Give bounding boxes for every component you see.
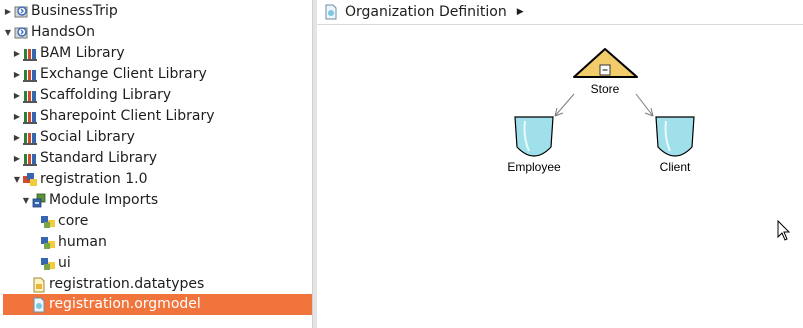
tree-item-businesstrip[interactable]: ▶ BusinessTrip — [0, 1, 312, 22]
client-label: Client — [659, 160, 691, 174]
tree-item-handson[interactable]: ▼ HandsOn — [0, 22, 312, 43]
tree-item-label: registration.datatypes — [49, 276, 205, 292]
tree-item-social-library[interactable]: ▶ Social Library — [0, 127, 312, 148]
tree-item-registration-module[interactable]: ▼ registration 1.0 — [0, 169, 312, 190]
store-to-employee-edge[interactable] — [554, 93, 575, 117]
expand-arrow-icon[interactable]: ▶ — [12, 148, 22, 169]
datatypes-file-icon — [33, 277, 45, 292]
tree-item-label: Module Imports — [49, 192, 159, 208]
employee-label: Employee — [507, 160, 561, 174]
library-icon — [23, 153, 37, 166]
tree-item-label: BAM Library — [40, 45, 125, 61]
library-icon — [23, 132, 37, 145]
library-icon — [23, 69, 37, 82]
diagram-canvas[interactable]: Store Employee Client — [317, 25, 803, 328]
store-label: Store — [590, 82, 620, 96]
tree-item-label: HandsOn — [31, 24, 96, 40]
tree-item-exchange-client-library[interactable]: ▶ Exchange Client Library — [0, 64, 312, 85]
imports-icon — [32, 193, 46, 207]
tree-item-label: registration.orgmodel — [49, 296, 201, 312]
expand-arrow-icon[interactable]: ▶ — [12, 106, 22, 127]
tree-item-human[interactable]: human — [0, 232, 312, 253]
expand-arrow-icon[interactable]: ▶ — [12, 43, 22, 64]
tree-item-label: ui — [58, 255, 71, 271]
store-node[interactable] — [573, 48, 638, 78]
tree-item-ui[interactable]: ui — [0, 253, 312, 274]
expand-arrow-icon[interactable]: ▶ — [12, 127, 22, 148]
tree-item-module-imports[interactable]: ▼ Module Imports — [0, 190, 312, 211]
tree-item-scaffolding-library[interactable]: ▶ Scaffolding Library — [0, 85, 312, 106]
tree-item-label: Social Library — [40, 129, 135, 145]
tree-item-label: core — [58, 213, 89, 229]
store-to-client-edge[interactable] — [635, 93, 654, 117]
library-icon — [23, 90, 37, 103]
project-explorer-tree: ▶ BusinessTrip ▼ HandsOn ▶ BAM Library ▶ — [0, 0, 312, 328]
library-icon — [23, 111, 37, 124]
tree-item-registration-orgmodel[interactable]: registration.orgmodel — [3, 294, 312, 315]
breadcrumb: Organization Definition ▶ — [317, 0, 803, 25]
orgmodel-file-icon — [33, 297, 45, 312]
collapse-arrow-icon[interactable]: ▼ — [12, 169, 22, 190]
tree-item-label: Sharepoint Client Library — [40, 108, 215, 124]
org-diagram — [514, 48, 791, 241]
tree-item-label: registration 1.0 — [40, 171, 148, 187]
employee-node[interactable] — [514, 116, 554, 157]
tree-item-registration-datatypes[interactable]: registration.datatypes — [0, 274, 312, 295]
tree-item-label: Exchange Client Library — [40, 66, 207, 82]
module-icon — [23, 172, 37, 186]
project-icon — [14, 5, 28, 17]
tree-item-label: Scaffolding Library — [40, 87, 172, 103]
breadcrumb-label[interactable]: Organization Definition — [345, 4, 507, 20]
tree-item-sharepoint-client-library[interactable]: ▶ Sharepoint Client Library — [0, 106, 312, 127]
orgmodel-editor: Organization Definition ▶ Store Employee… — [317, 0, 803, 328]
expand-arrow-icon[interactable]: ▶ — [12, 64, 22, 85]
imported-module-icon — [41, 236, 55, 249]
tree-item-bam-library[interactable]: ▶ BAM Library — [0, 43, 312, 64]
collapse-arrow-icon[interactable]: ▼ — [21, 190, 31, 211]
collapse-arrow-icon[interactable]: ▼ — [3, 22, 13, 43]
tree-item-label: BusinessTrip — [31, 3, 118, 19]
tree-item-standard-library[interactable]: ▶ Standard Library — [0, 148, 312, 169]
expand-arrow-icon[interactable]: ▶ — [3, 1, 13, 22]
client-node[interactable] — [655, 116, 695, 157]
breadcrumb-arrow-icon[interactable]: ▶ — [517, 7, 524, 17]
orgmodel-file-icon — [325, 4, 337, 20]
mouse-cursor-icon — [777, 219, 791, 241]
imported-module-icon — [41, 215, 55, 228]
expand-arrow-icon[interactable]: ▶ — [12, 85, 22, 106]
tree-item-label: Standard Library — [40, 150, 158, 166]
tree-item-label: human — [58, 234, 107, 250]
project-icon — [14, 26, 28, 38]
tree-item-core[interactable]: core — [0, 211, 312, 232]
imported-module-icon — [41, 257, 55, 270]
library-icon — [23, 48, 37, 61]
